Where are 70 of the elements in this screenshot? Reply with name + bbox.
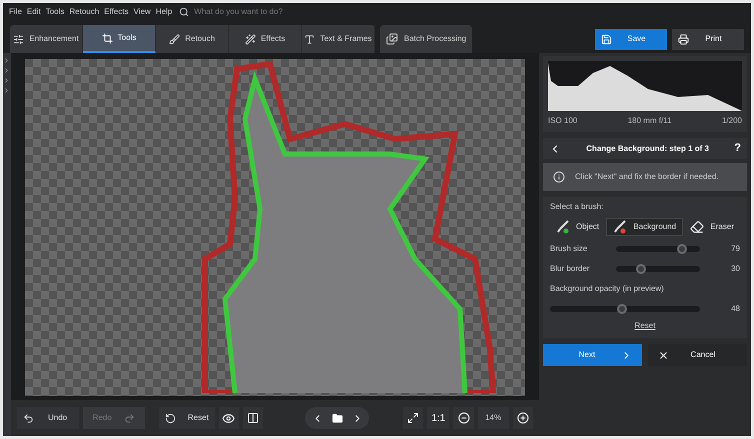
reset-icon — [164, 412, 176, 424]
info-icon — [553, 171, 565, 183]
slider-thumb[interactable] — [617, 304, 627, 314]
wand-icon — [244, 34, 256, 44]
brush-option[interactable]: Eraser — [684, 218, 740, 236]
crop-icon — [102, 32, 113, 44]
menu-item[interactable]: File — [9, 6, 22, 18]
slider-value: 79 — [730, 243, 740, 255]
slider-thumb[interactable] — [677, 244, 688, 254]
brush-option[interactable]: Background — [606, 218, 684, 236]
undo-icon — [23, 412, 34, 424]
preview-button[interactable] — [218, 407, 240, 429]
iso-value: ISO 100 — [548, 115, 578, 127]
menu-item[interactable]: Edit — [26, 6, 41, 18]
reset-button[interactable]: Reset — [158, 407, 215, 429]
zoom-in-button[interactable] — [512, 407, 533, 429]
next-button[interactable]: Next — [543, 344, 642, 366]
folder-icon — [332, 412, 343, 424]
cancel-button[interactable]: Cancel — [648, 344, 747, 366]
lens-value: 180 mm f/11 — [628, 115, 672, 127]
search-field[interactable]: What do you want to do? — [194, 6, 344, 18]
close-icon — [658, 350, 669, 360]
menu-item[interactable]: Tools — [46, 6, 64, 18]
brush-icon — [169, 34, 180, 44]
menu-item[interactable]: Effects — [104, 6, 128, 18]
sliders-icon — [13, 34, 24, 44]
print-button[interactable]: Print — [672, 28, 744, 50]
save-button[interactable]: Save — [595, 28, 667, 50]
save-icon — [601, 34, 612, 44]
brush-icon — [613, 220, 628, 234]
slider-track[interactable] — [616, 246, 700, 252]
images-icon — [386, 33, 398, 45]
zoom-in-icon — [516, 412, 529, 424]
zoom-out-button[interactable] — [453, 407, 474, 429]
redo-icon — [124, 412, 135, 424]
info-text: Click "Next" and fix the border if needed. — [575, 171, 719, 183]
help-link[interactable]: ? — [734, 140, 741, 157]
menu-item[interactable]: Retouch — [69, 6, 100, 18]
fit-screen-icon — [407, 412, 420, 424]
menu-item[interactable]: View — [133, 6, 151, 18]
slider-track[interactable] — [550, 306, 700, 312]
slider-label: Blur border — [550, 263, 591, 275]
menu-item[interactable]: Help — [156, 6, 172, 18]
split-view-icon — [247, 412, 260, 424]
brush-label: Select a brush: — [550, 201, 604, 213]
undo-button[interactable]: Undo — [17, 407, 79, 429]
brush-option[interactable]: Object — [550, 218, 606, 236]
step-title: Change Background: step 1 of 3 — [585, 142, 710, 154]
zoom-level: 14% — [478, 407, 509, 429]
eye-icon — [222, 412, 236, 424]
reset-link[interactable]: Reset — [634, 320, 656, 332]
text-icon — [304, 34, 316, 44]
slider-value: 30 — [730, 263, 740, 275]
slider-label: Brush size — [550, 243, 588, 255]
actual-size-button[interactable]: 1:1 — [427, 407, 450, 429]
fit-button[interactable] — [403, 407, 424, 429]
compare-button[interactable] — [243, 407, 264, 429]
zoom-out-icon — [458, 412, 470, 424]
slider-track[interactable] — [616, 266, 700, 272]
batch-processing-button[interactable]: Batch Processing — [380, 25, 472, 53]
slider-value: 48 — [730, 303, 740, 315]
search-icon — [179, 7, 190, 17]
slider-thumb[interactable] — [636, 264, 646, 274]
shutter-value: 1/200 — [722, 115, 742, 127]
printer-icon — [678, 34, 689, 44]
image-canvas[interactable] — [25, 59, 525, 396]
toolbar-tab[interactable]: Tools — [83, 25, 156, 53]
slider-label: Background opacity (in preview) — [550, 283, 665, 295]
brush-icon — [556, 220, 570, 234]
eraser-icon — [690, 220, 704, 234]
